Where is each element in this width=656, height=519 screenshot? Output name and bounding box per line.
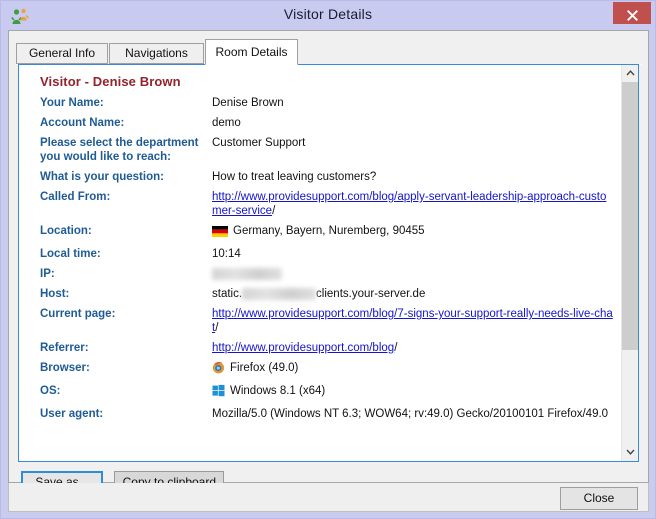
table-row: Local time: 10:14 <box>40 247 615 267</box>
table-row: IP: <box>40 267 615 287</box>
field-label: Local time: <box>40 248 101 260</box>
table-row: User agent: Mozilla/5.0 (Windows NT 6.3;… <box>40 407 615 427</box>
host-prefix: static. <box>212 288 243 300</box>
table-row: Called From: http://www.providesupport.c… <box>40 190 615 224</box>
table-row: Referrer: http://www.providesupport.com/… <box>40 341 615 361</box>
field-label: Current page: <box>40 308 116 320</box>
scroll-up-button[interactable] <box>622 65 638 82</box>
os-text: Windows 8.1 (x64) <box>230 385 326 397</box>
field-value: http://www.providesupport.com/blog/ <box>212 341 615 361</box>
host-suffix: clients.your-server.de <box>316 288 426 300</box>
field-value: Germany, Bayern, Nuremberg, 90455 <box>212 224 615 247</box>
ip-redacted <box>212 267 282 280</box>
table-row: Your Name: Denise Brown <box>40 96 615 116</box>
close-button[interactable]: Close <box>560 487 638 510</box>
field-label: Called From: <box>40 191 111 203</box>
field-value-redacted <box>212 267 615 287</box>
visitor-details-list: Visitor - Denise Brown Your Name: Denise… <box>40 74 615 427</box>
field-value: Mozilla/5.0 (Windows NT 6.3; WOW64; rv:4… <box>212 408 609 420</box>
field-label: IP: <box>40 268 55 280</box>
close-icon-button[interactable] <box>613 2 651 24</box>
host-redacted <box>242 287 317 300</box>
field-value: Windows 8.1 (x64) <box>212 384 615 407</box>
windows-icon <box>212 384 225 401</box>
table-row: Current page: http://www.providesupport.… <box>40 307 615 341</box>
field-label: Account Name: <box>40 117 125 129</box>
scroll-down-button[interactable] <box>622 444 638 461</box>
firefox-icon <box>212 361 225 378</box>
field-label: User agent: <box>40 408 104 420</box>
table-row: Please select the department you would l… <box>40 136 615 170</box>
room-details-scroll-viewport: Visitor - Denise Brown Your Name: Denise… <box>19 65 621 461</box>
table-row: Browser: Firefox (49.0) <box>40 361 615 384</box>
field-value: Customer Support <box>212 137 306 149</box>
field-label: Host: <box>40 288 70 300</box>
location-text: Germany, Bayern, Nuremberg, 90455 <box>233 225 425 237</box>
room-details-content: Visitor - Denise Brown Your Name: Denise… <box>18 64 639 462</box>
current-page-link-tail: / <box>215 322 219 334</box>
scrollbar-thumb[interactable] <box>622 82 638 350</box>
visitor-fields-table: Your Name: Denise Brown Account Name: de… <box>40 96 615 427</box>
visitor-heading: Visitor - Denise Brown <box>40 74 181 89</box>
field-label: Referrer: <box>40 342 89 354</box>
referrer-link-tail: / <box>394 342 398 354</box>
tab-room-details[interactable]: Room Details <box>205 39 298 65</box>
field-label: Please select the department you would l… <box>40 137 199 163</box>
dialog-body: General Info Navigations Room Details Vi… <box>8 30 649 494</box>
field-value: Denise Brown <box>212 97 284 109</box>
vertical-scrollbar[interactable] <box>621 65 638 461</box>
dialog-footer: Close <box>8 483 649 512</box>
field-value: http://www.providesupport.com/blog/7-sig… <box>212 307 615 341</box>
tab-general-info[interactable]: General Info <box>16 43 108 64</box>
field-value: Firefox (49.0) <box>212 361 615 384</box>
field-label: Your Name: <box>40 97 104 109</box>
field-value: demo <box>212 117 241 129</box>
table-row: Location: Germany, Bayern, Nuremberg, 90… <box>40 224 615 247</box>
field-value: 10:14 <box>212 248 241 260</box>
current-page-link[interactable]: http://www.providesupport.com/blog/7-sig… <box>212 308 613 334</box>
field-value: http://www.providesupport.com/blog/apply… <box>212 190 615 224</box>
tab-navigations[interactable]: Navigations <box>109 43 204 64</box>
visitor-details-window: Visitor Details General Info Navigations… <box>0 0 656 519</box>
table-row: What is your question: How to treat leav… <box>40 170 615 190</box>
table-row: Host: static. clients.your-server.de <box>40 287 615 307</box>
table-row: Account Name: demo <box>40 116 615 136</box>
called-from-link-tail: / <box>272 205 276 217</box>
field-label: What is your question: <box>40 171 164 183</box>
german-flag-icon <box>212 226 228 241</box>
field-label: Location: <box>40 225 92 237</box>
title-bar: Visitor Details <box>1 1 655 31</box>
field-value: static. clients.your-server.de <box>212 287 615 307</box>
tab-strip: General Info Navigations Room Details <box>16 39 641 65</box>
referrer-link[interactable]: http://www.providesupport.com/blog <box>212 342 394 354</box>
browser-text: Firefox (49.0) <box>230 362 299 374</box>
field-label: OS: <box>40 385 61 397</box>
field-value: How to treat leaving customers? <box>212 171 377 183</box>
field-label: Browser: <box>40 362 90 374</box>
window-title: Visitor Details <box>283 6 373 22</box>
table-row: OS: Windows 8.1 (x64) <box>40 384 615 407</box>
